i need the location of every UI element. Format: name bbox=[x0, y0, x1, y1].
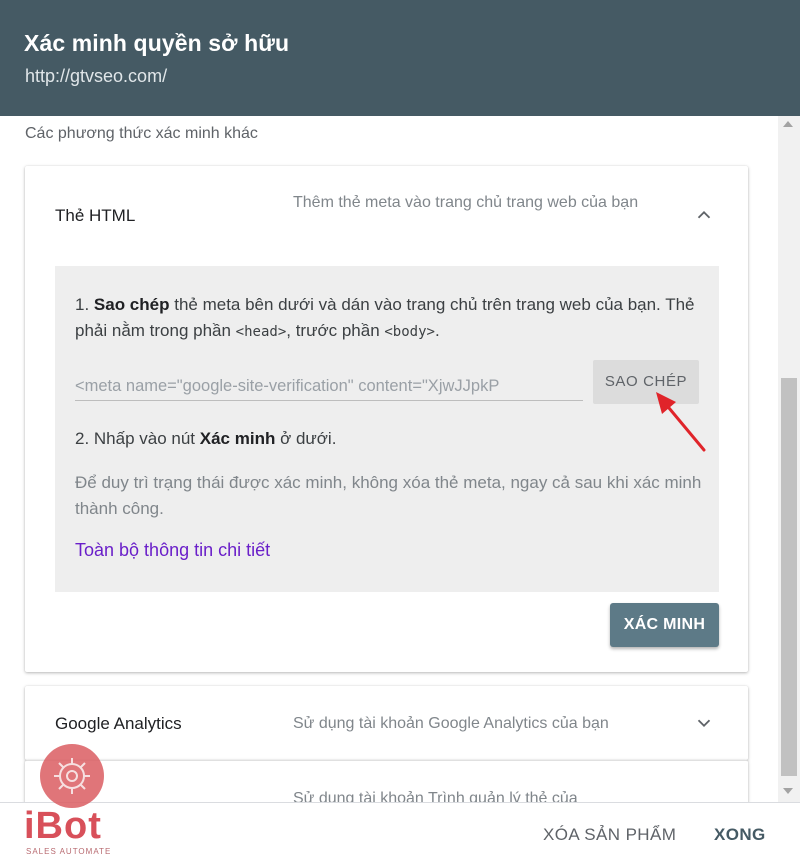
scrollbar-thumb[interactable] bbox=[781, 378, 797, 776]
step-2-bold: Xác minh bbox=[199, 429, 276, 448]
html-tag-description: Thêm thẻ meta vào trang chủ trang web củ… bbox=[293, 194, 639, 211]
meta-tag-field[interactable]: <meta name="google-site-verification" co… bbox=[75, 373, 583, 401]
head-code: <head> bbox=[235, 324, 287, 340]
dialog-header: Xác minh quyền sở hữu http://gtvseo.com/ bbox=[0, 0, 800, 116]
instructions-panel: 1. Sao chép thẻ meta bên dưới và dán vào… bbox=[55, 266, 719, 592]
google-analytics-description: Sử dụng tài khoản Google Analytics của b… bbox=[293, 715, 609, 732]
html-tag-title[interactable]: Thẻ HTML bbox=[55, 206, 135, 226]
step-1-bold: Sao chép bbox=[93, 295, 170, 314]
watermark-tagline: SALES AUTOMATE bbox=[26, 847, 112, 856]
verify-button[interactable]: XÁC MINH bbox=[610, 603, 719, 647]
step-2-text-a: 2. Nhấp vào nút bbox=[75, 429, 200, 448]
done-button[interactable]: XONG bbox=[714, 825, 766, 845]
gear-icon bbox=[54, 758, 90, 794]
step-2-text-b: ở dưới. bbox=[275, 429, 337, 448]
section-label: Các phương thức xác minh khác bbox=[25, 125, 258, 142]
keep-verified-note: Để duy trì trạng thái được xác minh, khô… bbox=[75, 473, 702, 518]
body-code: <body> bbox=[384, 324, 435, 340]
dialog-body: Các phương thức xác minh khác Thẻ HTML T… bbox=[0, 116, 800, 802]
step-1-text-c: . bbox=[434, 321, 440, 340]
watermark-brand: iBot bbox=[24, 805, 102, 847]
step-2: 2. Nhấp vào nút Xác minh ở dưới. bbox=[75, 426, 695, 452]
google-analytics-title: Google Analytics bbox=[55, 714, 182, 733]
remove-property-button[interactable]: XÓA SẢN PHẨM bbox=[543, 825, 676, 845]
step-1-text-b: , trước phần bbox=[286, 321, 385, 340]
step-1: 1. Sao chép thẻ meta bên dưới và dán vào… bbox=[75, 295, 695, 340]
dialog-title: Xác minh quyền sở hữu bbox=[24, 30, 290, 56]
full-details-link[interactable]: Toàn bộ thông tin chi tiết bbox=[75, 540, 270, 561]
scroll-content: Các phương thức xác minh khác Thẻ HTML T… bbox=[0, 116, 778, 802]
google-analytics-method-card[interactable]: Google Analytics Sử dụng tài khoản Googl… bbox=[25, 686, 748, 760]
chevron-up-icon[interactable] bbox=[693, 204, 715, 226]
property-url: http://gtvseo.com/ bbox=[25, 66, 168, 86]
html-tag-method-card: Thẻ HTML Thêm thẻ meta vào trang chủ tra… bbox=[25, 166, 748, 672]
scroll-up-icon[interactable] bbox=[783, 121, 793, 127]
chevron-down-icon[interactable] bbox=[693, 712, 715, 734]
annotation-arrow-icon bbox=[656, 392, 706, 452]
dialog-footer: XÓA SẢN PHẨM XONG bbox=[0, 802, 800, 866]
tag-manager-method-card[interactable]: Sử dụng tài khoản Trình quản lý thẻ của bbox=[25, 760, 748, 802]
tag-manager-description: Sử dụng tài khoản Trình quản lý thẻ của bbox=[293, 790, 578, 802]
ibot-logo-icon bbox=[40, 744, 104, 808]
scroll-down-icon[interactable] bbox=[783, 788, 793, 794]
